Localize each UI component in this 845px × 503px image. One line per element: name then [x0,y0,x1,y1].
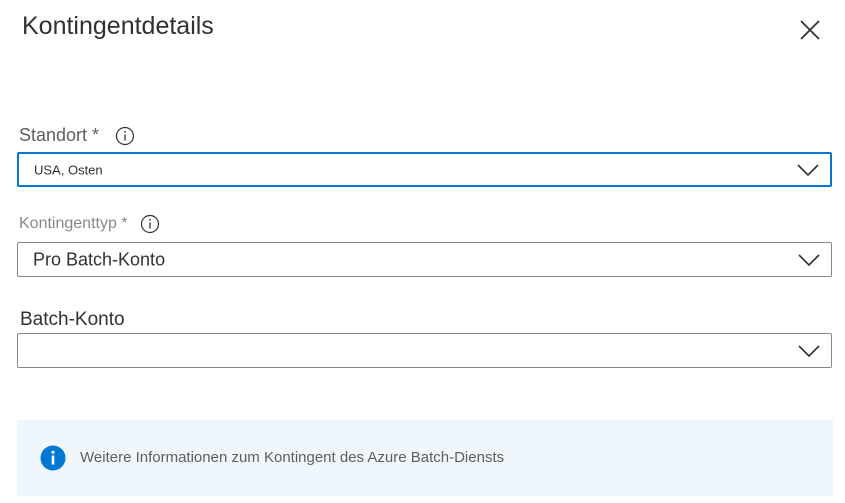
quota-type-select[interactable]: Pro Batch-Konto [17,242,832,277]
batch-account-label-row: Batch-Konto [20,309,125,331]
info-bar-link[interactable]: Weitere Informationen zum Kontingent des… [80,449,504,466]
batch-account-label: Batch-Konto [20,309,125,330]
batch-account-select[interactable] [17,333,832,368]
info-icon[interactable] [115,126,135,146]
close-icon [800,20,820,40]
location-label-row: Standort * [19,125,135,146]
quota-type-label-row: Kontingenttyp * [19,214,160,234]
info-bar: Weitere Informationen zum Kontingent des… [17,420,833,496]
location-label: Standort * [19,125,100,145]
panel-title: Kontingentdetails [22,12,214,40]
info-filled-icon [40,445,66,471]
close-button[interactable] [796,16,824,44]
chevron-down-icon [798,344,820,357]
location-select-value: USA, Osten [34,162,103,177]
quota-type-label: Kontingenttyp * [19,215,128,232]
chevron-down-icon [797,163,819,176]
info-icon[interactable] [140,214,160,234]
location-select[interactable]: USA, Osten [17,152,832,187]
chevron-down-icon [798,253,820,266]
quota-type-select-value: Pro Batch-Konto [33,249,166,269]
